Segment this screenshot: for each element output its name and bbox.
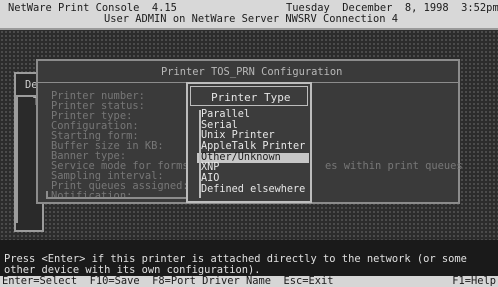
field-service-mode-value: es within print queues bbox=[325, 160, 463, 172]
printer-type-list-border bbox=[199, 110, 201, 198]
header-bar: NetWare Print Console 4.15 Tuesday Decem… bbox=[0, 0, 498, 30]
printer-type-list: Parallel Serial Unix Printer AppleTalk P… bbox=[197, 109, 309, 196]
user-connection-info: User ADMIN on NetWare Server NWSRV Conne… bbox=[104, 13, 399, 25]
config-title-bar: Printer TOS_PRN Configuration bbox=[38, 61, 458, 83]
function-key-shortcuts: Enter=Select F10=Save F8=Port Driver Nam… bbox=[2, 275, 334, 287]
printer-type-title-box: Printer Type bbox=[190, 86, 308, 106]
help-text-area: Press <Enter> if this printer is attache… bbox=[0, 240, 498, 278]
help-key-hint: F1=Help bbox=[452, 275, 496, 287]
function-key-bar: Enter=Select F10=Save F8=Port Driver Nam… bbox=[0, 276, 498, 287]
printer-type-option-defined-elsewhere[interactable]: Defined elsewhere bbox=[197, 184, 309, 196]
printer-type-title: Printer Type bbox=[211, 91, 291, 104]
printer-type-popup: Printer Type Parallel Serial Unix Printe… bbox=[186, 82, 312, 203]
config-title: Printer TOS_PRN Configuration bbox=[161, 66, 343, 78]
